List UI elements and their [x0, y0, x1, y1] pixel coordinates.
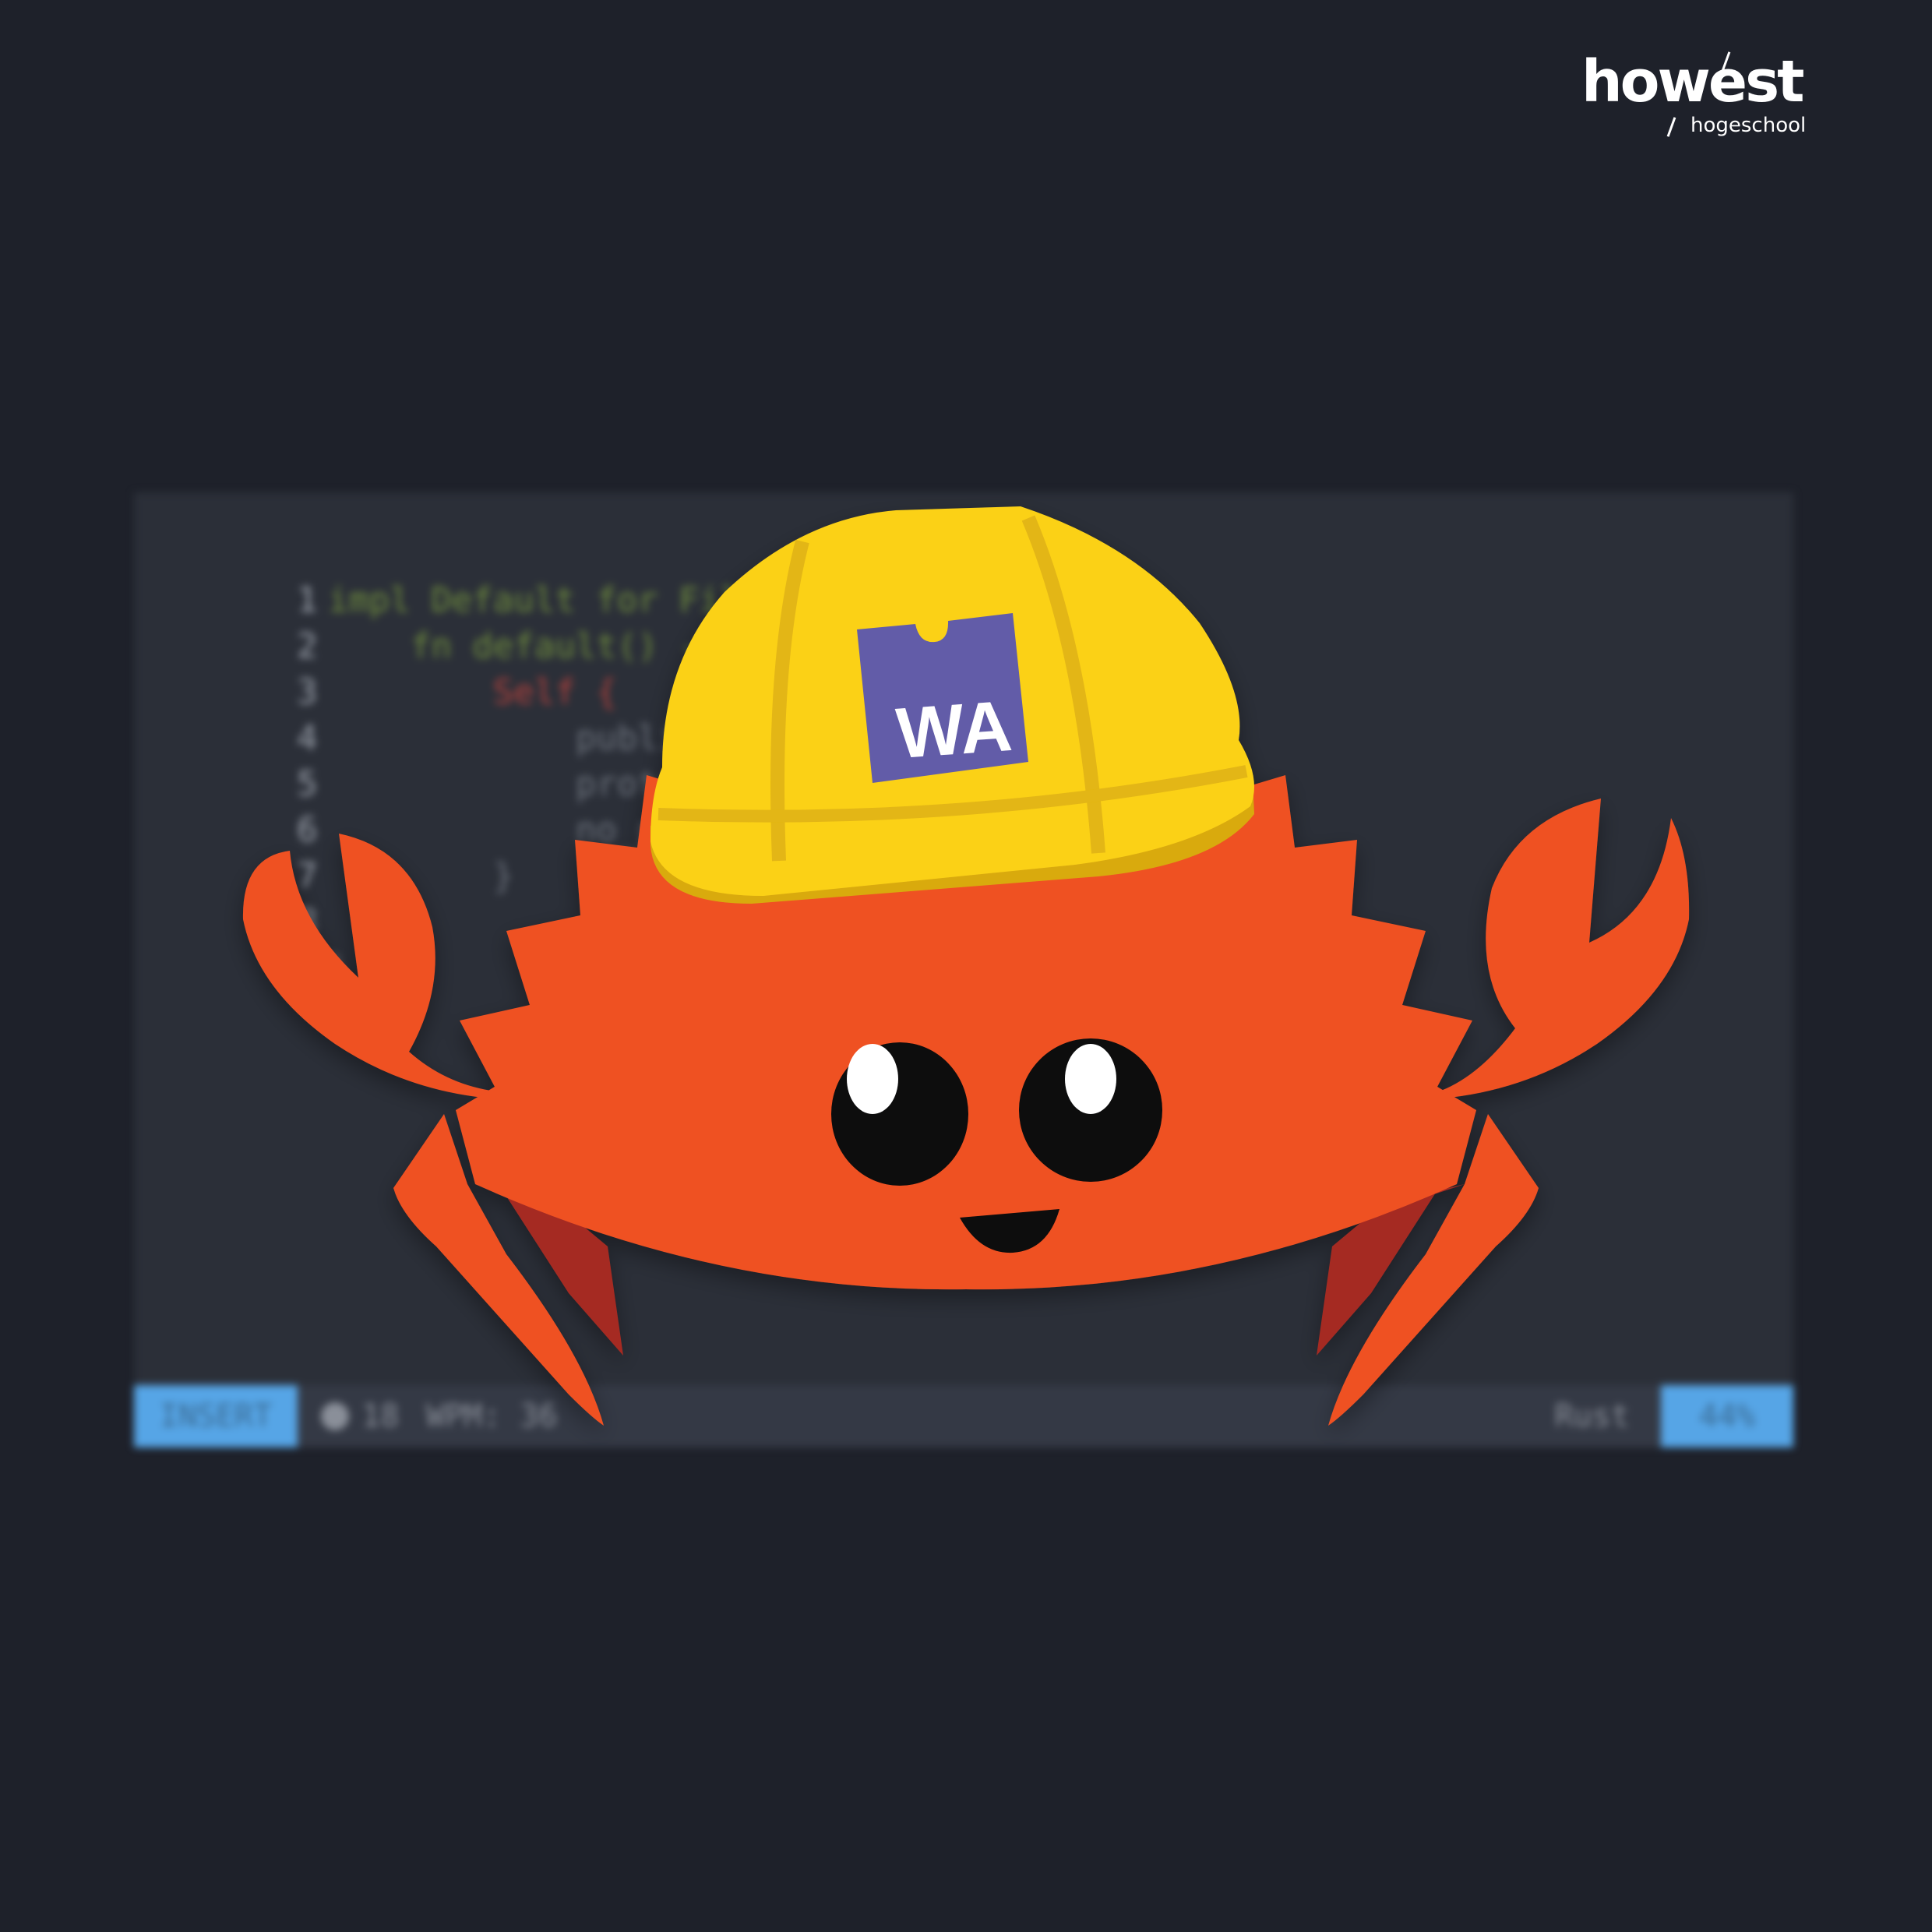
crab-mascot: WA [242, 506, 1690, 1426]
crab-claw [242, 834, 491, 1098]
hard-hat: WA [650, 506, 1254, 904]
crab-claw [1441, 799, 1690, 1098]
left-eye-highlight [847, 1044, 898, 1114]
wa-badge-text: WA [894, 686, 1014, 774]
right-eye-highlight [1065, 1044, 1116, 1114]
